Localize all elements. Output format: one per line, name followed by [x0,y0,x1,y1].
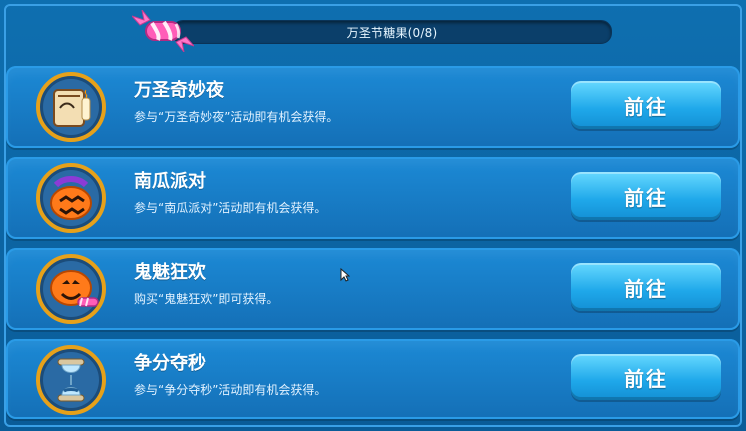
go-button[interactable]: 前往 [571,263,721,311]
list-item: 南瓜派对 参与“南瓜派对”活动即有机会获得。 前往 [6,157,740,239]
row-description: 购买“鬼魅狂欢”即可获得。 [134,292,279,306]
list-item: 鬼魅狂欢 购买“鬼魅狂欢”即可获得。 前往 [6,248,740,330]
list-item: 万圣奇妙夜 参与“万圣奇妙夜”活动即有机会获得。 前往 [6,66,740,148]
hourglass-icon [36,345,106,415]
candle-scroll-icon [36,72,106,142]
row-description: 参与“万圣奇妙夜”活动即有机会获得。 [134,110,339,124]
row-description: 参与“争分夺秒”活动即有机会获得。 [134,383,327,397]
go-button[interactable]: 前往 [571,172,721,220]
row-title: 鬼魅狂欢 [134,262,206,283]
go-button[interactable]: 前往 [571,354,721,400]
candy-progress-bar: 万圣节糖果(0/8) [172,20,612,44]
go-button[interactable]: 前往 [571,81,721,129]
candy-progress-header: 万圣节糖果(0/8) [132,10,622,52]
candy-icon [132,10,194,52]
row-title: 南瓜派对 [134,171,206,192]
row-title: 争分夺秒 [134,353,206,374]
mouse-cursor-icon [340,268,350,282]
list-item: 争分夺秒 参与“争分夺秒”活动即有机会获得。 前往 [6,339,740,419]
row-title: 万圣奇妙夜 [134,80,224,101]
candy-progress-text: 万圣节糖果(0/8) [346,25,438,40]
row-description: 参与“南瓜派对”活动即有机会获得。 [134,201,327,215]
jack-o-lantern-candy-icon [36,254,106,324]
pumpkin-bag-icon [36,163,106,233]
